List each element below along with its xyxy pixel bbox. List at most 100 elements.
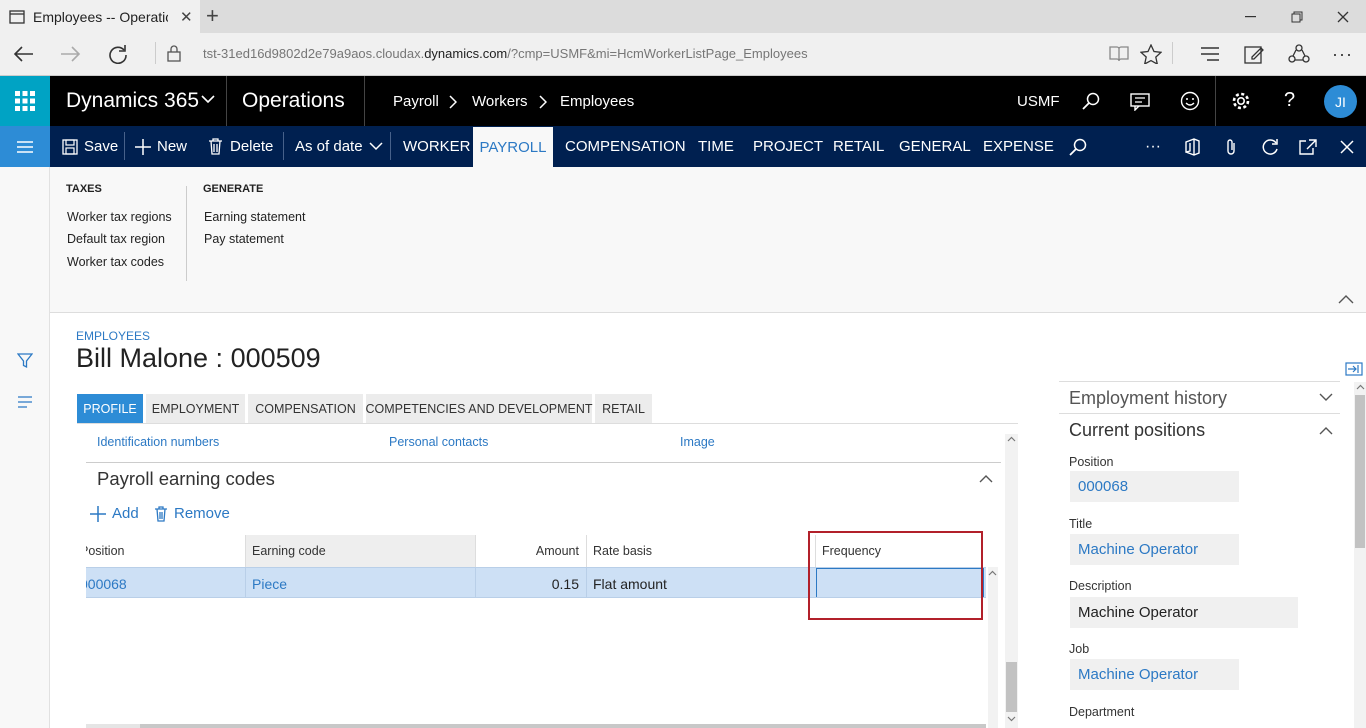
current-positions-header[interactable]: Current positions <box>1069 420 1205 441</box>
navigation-menu-icon[interactable] <box>0 126 50 167</box>
favorite-star-icon[interactable] <box>1140 44 1162 64</box>
new-button[interactable]: New <box>135 126 187 167</box>
open-new-window-icon[interactable] <box>1299 139 1317 155</box>
worker-tax-regions-button[interactable]: Worker tax regions <box>67 210 172 224</box>
tab-record-compensation[interactable]: COMPENSATION <box>248 394 363 424</box>
tab-worker[interactable]: WORKER <box>403 126 471 167</box>
worker-tax-codes-button[interactable]: Worker tax codes <box>67 255 164 269</box>
page-icon <box>9 9 25 24</box>
column-header-amount[interactable]: Amount <box>475 535 585 567</box>
tab-profile[interactable]: PROFILE <box>77 394 143 424</box>
cell-amount[interactable]: 0.15 <box>475 568 585 597</box>
column-header-rate-basis[interactable]: Rate basis <box>586 535 806 567</box>
url-prefix: tst-31ed16d9802d2e79a9aos.cloudax. <box>203 46 425 61</box>
pay-statement-button[interactable]: Pay statement <box>204 232 284 246</box>
horizontal-scroll-thumb[interactable] <box>140 724 986 728</box>
avatar[interactable]: JI <box>1324 85 1357 118</box>
title-value[interactable]: Machine Operator <box>1070 534 1239 565</box>
help-icon[interactable]: ? <box>1284 89 1295 112</box>
column-header-earning-code[interactable]: Earning code <box>245 535 475 567</box>
breadcrumb-payroll[interactable]: Payroll <box>393 93 439 110</box>
tab-competencies[interactable]: COMPETENCIES AND DEVELOPMENT <box>365 394 593 424</box>
list-icon[interactable] <box>17 396 33 408</box>
scroll-thumb[interactable] <box>1006 662 1017 712</box>
collapse-ribbon-icon[interactable] <box>1338 294 1354 304</box>
job-value[interactable]: Machine Operator <box>1070 659 1239 690</box>
factbox-scroll-up-icon[interactable] <box>1356 384 1365 390</box>
scroll-down-icon[interactable] <box>1007 716 1016 722</box>
employment-history-header[interactable]: Employment history <box>1069 388 1227 409</box>
save-button[interactable]: Save <box>62 126 118 167</box>
action-search-icon[interactable] <box>1069 138 1087 156</box>
earning-statement-button[interactable]: Earning statement <box>204 210 305 224</box>
section-title[interactable]: Payroll earning codes <box>97 468 275 490</box>
more-actions-button[interactable]: ··· <box>1145 126 1161 167</box>
brand-name[interactable]: Dynamics 365 <box>66 89 199 113</box>
default-tax-region-button[interactable]: Default tax region <box>67 232 165 246</box>
collapse-section-icon[interactable] <box>979 474 993 483</box>
web-note-icon[interactable] <box>1244 44 1266 64</box>
tab-general[interactable]: GENERAL <box>899 126 971 167</box>
remove-button[interactable]: Remove <box>154 505 230 522</box>
company-picker[interactable]: USMF <box>1017 93 1060 110</box>
chevron-up-icon[interactable] <box>1319 426 1333 435</box>
tab-compensation[interactable]: COMPENSATION <box>565 126 686 167</box>
tab-expense[interactable]: EXPENSE <box>983 126 1054 167</box>
cell-rate-basis[interactable]: Flat amount <box>586 568 806 597</box>
image-link[interactable]: Image <box>680 435 715 449</box>
action-separator <box>283 132 284 160</box>
new-tab-button[interactable]: + <box>206 5 219 27</box>
office-icon[interactable] <box>1184 138 1200 156</box>
factbox-scroll-thumb[interactable] <box>1355 395 1365 548</box>
cell-earning-code[interactable]: Piece <box>245 568 475 597</box>
tab-payroll[interactable]: PAYROLL <box>473 127 553 167</box>
close-window-icon[interactable] <box>1320 0 1366 33</box>
tab-time[interactable]: TIME <box>698 126 734 167</box>
close-form-icon[interactable] <box>1340 140 1354 154</box>
inner-scroll-up-icon[interactable] <box>988 570 997 576</box>
delete-button[interactable]: Delete <box>208 126 273 167</box>
hub-icon[interactable] <box>1200 46 1222 62</box>
reading-view-icon[interactable] <box>1108 45 1130 63</box>
breadcrumb-workers[interactable]: Workers <box>472 93 528 110</box>
identification-numbers-link[interactable]: Identification numbers <box>97 435 219 449</box>
new-label: New <box>157 138 188 155</box>
scroll-up-icon[interactable] <box>1007 436 1016 442</box>
as-of-date-button[interactable]: As of date <box>295 126 383 167</box>
minimize-icon[interactable] <box>1228 0 1274 33</box>
close-tab-icon[interactable]: ✕ <box>180 8 193 26</box>
position-value[interactable]: 000068 <box>1070 471 1239 502</box>
refresh-icon[interactable] <box>108 44 128 64</box>
app-launcher-icon[interactable] <box>0 76 50 126</box>
factbox-pin-icon[interactable] <box>1345 362 1363 376</box>
browser-tab[interactable]: Employees -- Operatior ✕ <box>0 0 200 33</box>
cell-position[interactable]: 000068 <box>86 568 245 597</box>
app-name: Operations <box>242 89 345 112</box>
forward-icon[interactable] <box>60 44 82 64</box>
chevron-down-icon[interactable] <box>201 94 215 104</box>
add-button[interactable]: Add <box>90 505 139 522</box>
filter-icon[interactable] <box>17 353 33 369</box>
header-divider <box>1215 76 1216 126</box>
chevron-down-icon[interactable] <box>1319 393 1333 402</box>
search-icon[interactable] <box>1082 92 1100 110</box>
personal-contacts-link[interactable]: Personal contacts <box>389 435 488 449</box>
page-caption[interactable]: EMPLOYEES <box>76 329 150 343</box>
tab-retail[interactable]: RETAIL <box>833 126 884 167</box>
tab-project[interactable]: PROJECT <box>753 126 823 167</box>
attachment-icon[interactable] <box>1224 138 1238 156</box>
tab-record-retail[interactable]: RETAIL <box>595 394 652 424</box>
feedback-smiley-icon[interactable] <box>1180 91 1200 111</box>
restore-icon[interactable] <box>1274 0 1320 33</box>
more-browser-icon[interactable]: ··· <box>1332 44 1353 65</box>
breadcrumb-employees[interactable]: Employees <box>560 93 634 110</box>
gear-icon[interactable] <box>1231 91 1251 111</box>
refresh-page-icon[interactable] <box>1261 138 1279 156</box>
share-icon[interactable] <box>1288 44 1310 64</box>
back-icon[interactable] <box>12 44 34 64</box>
column-header-position[interactable]: Position <box>86 535 245 567</box>
message-icon[interactable] <box>1130 93 1150 111</box>
url-text[interactable]: tst-31ed16d9802d2e79a9aos.cloudax.dynami… <box>203 46 808 61</box>
tab-employment[interactable]: EMPLOYMENT <box>146 394 245 424</box>
inner-scrollbar[interactable] <box>988 567 998 728</box>
